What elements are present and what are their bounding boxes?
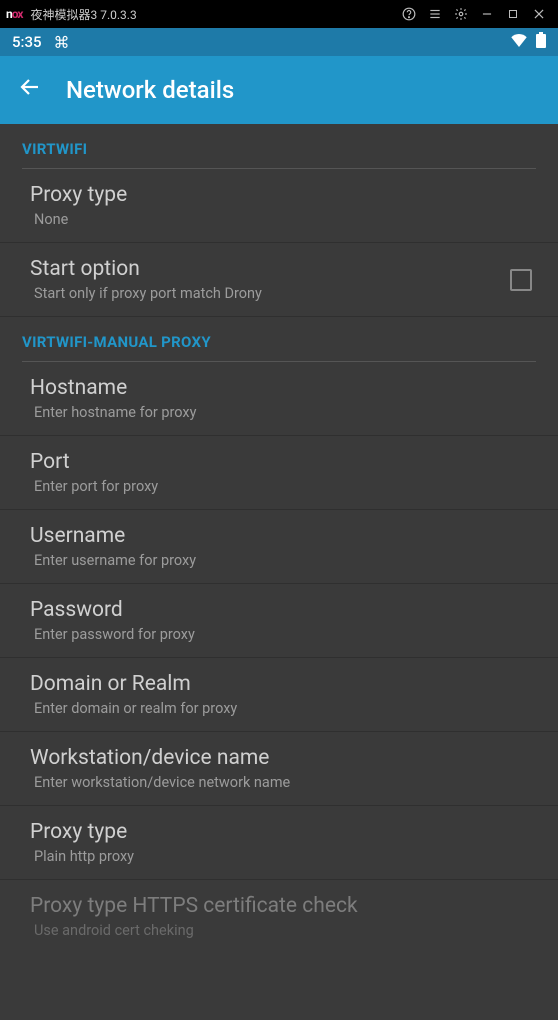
nox-logo: nox	[6, 7, 23, 21]
row-workstation[interactable]: Workstation/device name Enter workstatio…	[0, 732, 558, 806]
row-label: Workstation/device name	[30, 746, 536, 770]
row-label: Domain or Realm	[30, 672, 536, 696]
battery-icon	[536, 32, 546, 52]
row-sub: Enter workstation/device network name	[30, 774, 536, 791]
row-password[interactable]: Password Enter password for proxy	[0, 584, 558, 658]
row-label: Hostname	[30, 376, 536, 400]
android-statusbar: 5:35 ⌘	[0, 28, 558, 56]
section-header-manual-proxy: VIRTWIFI-MANUAL PROXY	[0, 317, 558, 361]
help-icon[interactable]	[396, 7, 422, 21]
wifi-icon	[510, 33, 528, 51]
emulator-titlebar: nox 夜神模拟器3 7.0.3.3	[0, 0, 558, 28]
row-port[interactable]: Port Enter port for proxy	[0, 436, 558, 510]
page-title: Network details	[66, 76, 234, 104]
row-username[interactable]: Username Enter username for proxy	[0, 510, 558, 584]
row-sub: Enter password for proxy	[30, 626, 536, 643]
start-option-checkbox[interactable]	[510, 269, 532, 291]
close-icon[interactable]	[526, 7, 552, 21]
settings-list: VIRTWIFI Proxy type None Start option St…	[0, 124, 558, 1020]
row-label: Proxy type	[30, 183, 536, 207]
command-icon: ⌘	[54, 33, 70, 52]
section-header-virtwifi: VIRTWIFI	[0, 124, 558, 168]
back-arrow-icon[interactable]	[18, 75, 42, 105]
row-sub: Use android cert cheking	[30, 922, 536, 939]
emulator-title: 夜神模拟器3 7.0.3.3	[31, 6, 137, 23]
gear-icon[interactable]	[448, 7, 474, 21]
row-proxy-type-manual[interactable]: Proxy type Plain http proxy	[0, 806, 558, 880]
row-sub: Enter hostname for proxy	[30, 404, 536, 421]
row-sub: Start only if proxy port match Drony	[30, 285, 536, 302]
minimize-icon[interactable]	[474, 7, 500, 21]
row-label: Proxy type	[30, 820, 536, 844]
menu-icon[interactable]	[422, 7, 448, 21]
row-start-option[interactable]: Start option Start only if proxy port ma…	[0, 243, 558, 317]
row-sub: Enter port for proxy	[30, 478, 536, 495]
row-proxy-type[interactable]: Proxy type None	[0, 169, 558, 243]
status-time: 5:35	[12, 33, 42, 51]
app-bar: Network details	[0, 56, 558, 124]
row-sub: None	[30, 211, 536, 228]
maximize-icon[interactable]	[500, 8, 526, 20]
row-label: Password	[30, 598, 536, 622]
row-https-cert-check: Proxy type HTTPS certificate check Use a…	[0, 880, 558, 953]
row-label: Port	[30, 450, 536, 474]
row-domain-realm[interactable]: Domain or Realm Enter domain or realm fo…	[0, 658, 558, 732]
row-hostname[interactable]: Hostname Enter hostname for proxy	[0, 362, 558, 436]
row-sub: Enter domain or realm for proxy	[30, 700, 536, 717]
row-label: Proxy type HTTPS certificate check	[30, 894, 536, 918]
row-sub: Enter username for proxy	[30, 552, 536, 569]
row-label: Username	[30, 524, 536, 548]
row-label: Start option	[30, 257, 536, 281]
row-sub: Plain http proxy	[30, 848, 536, 865]
